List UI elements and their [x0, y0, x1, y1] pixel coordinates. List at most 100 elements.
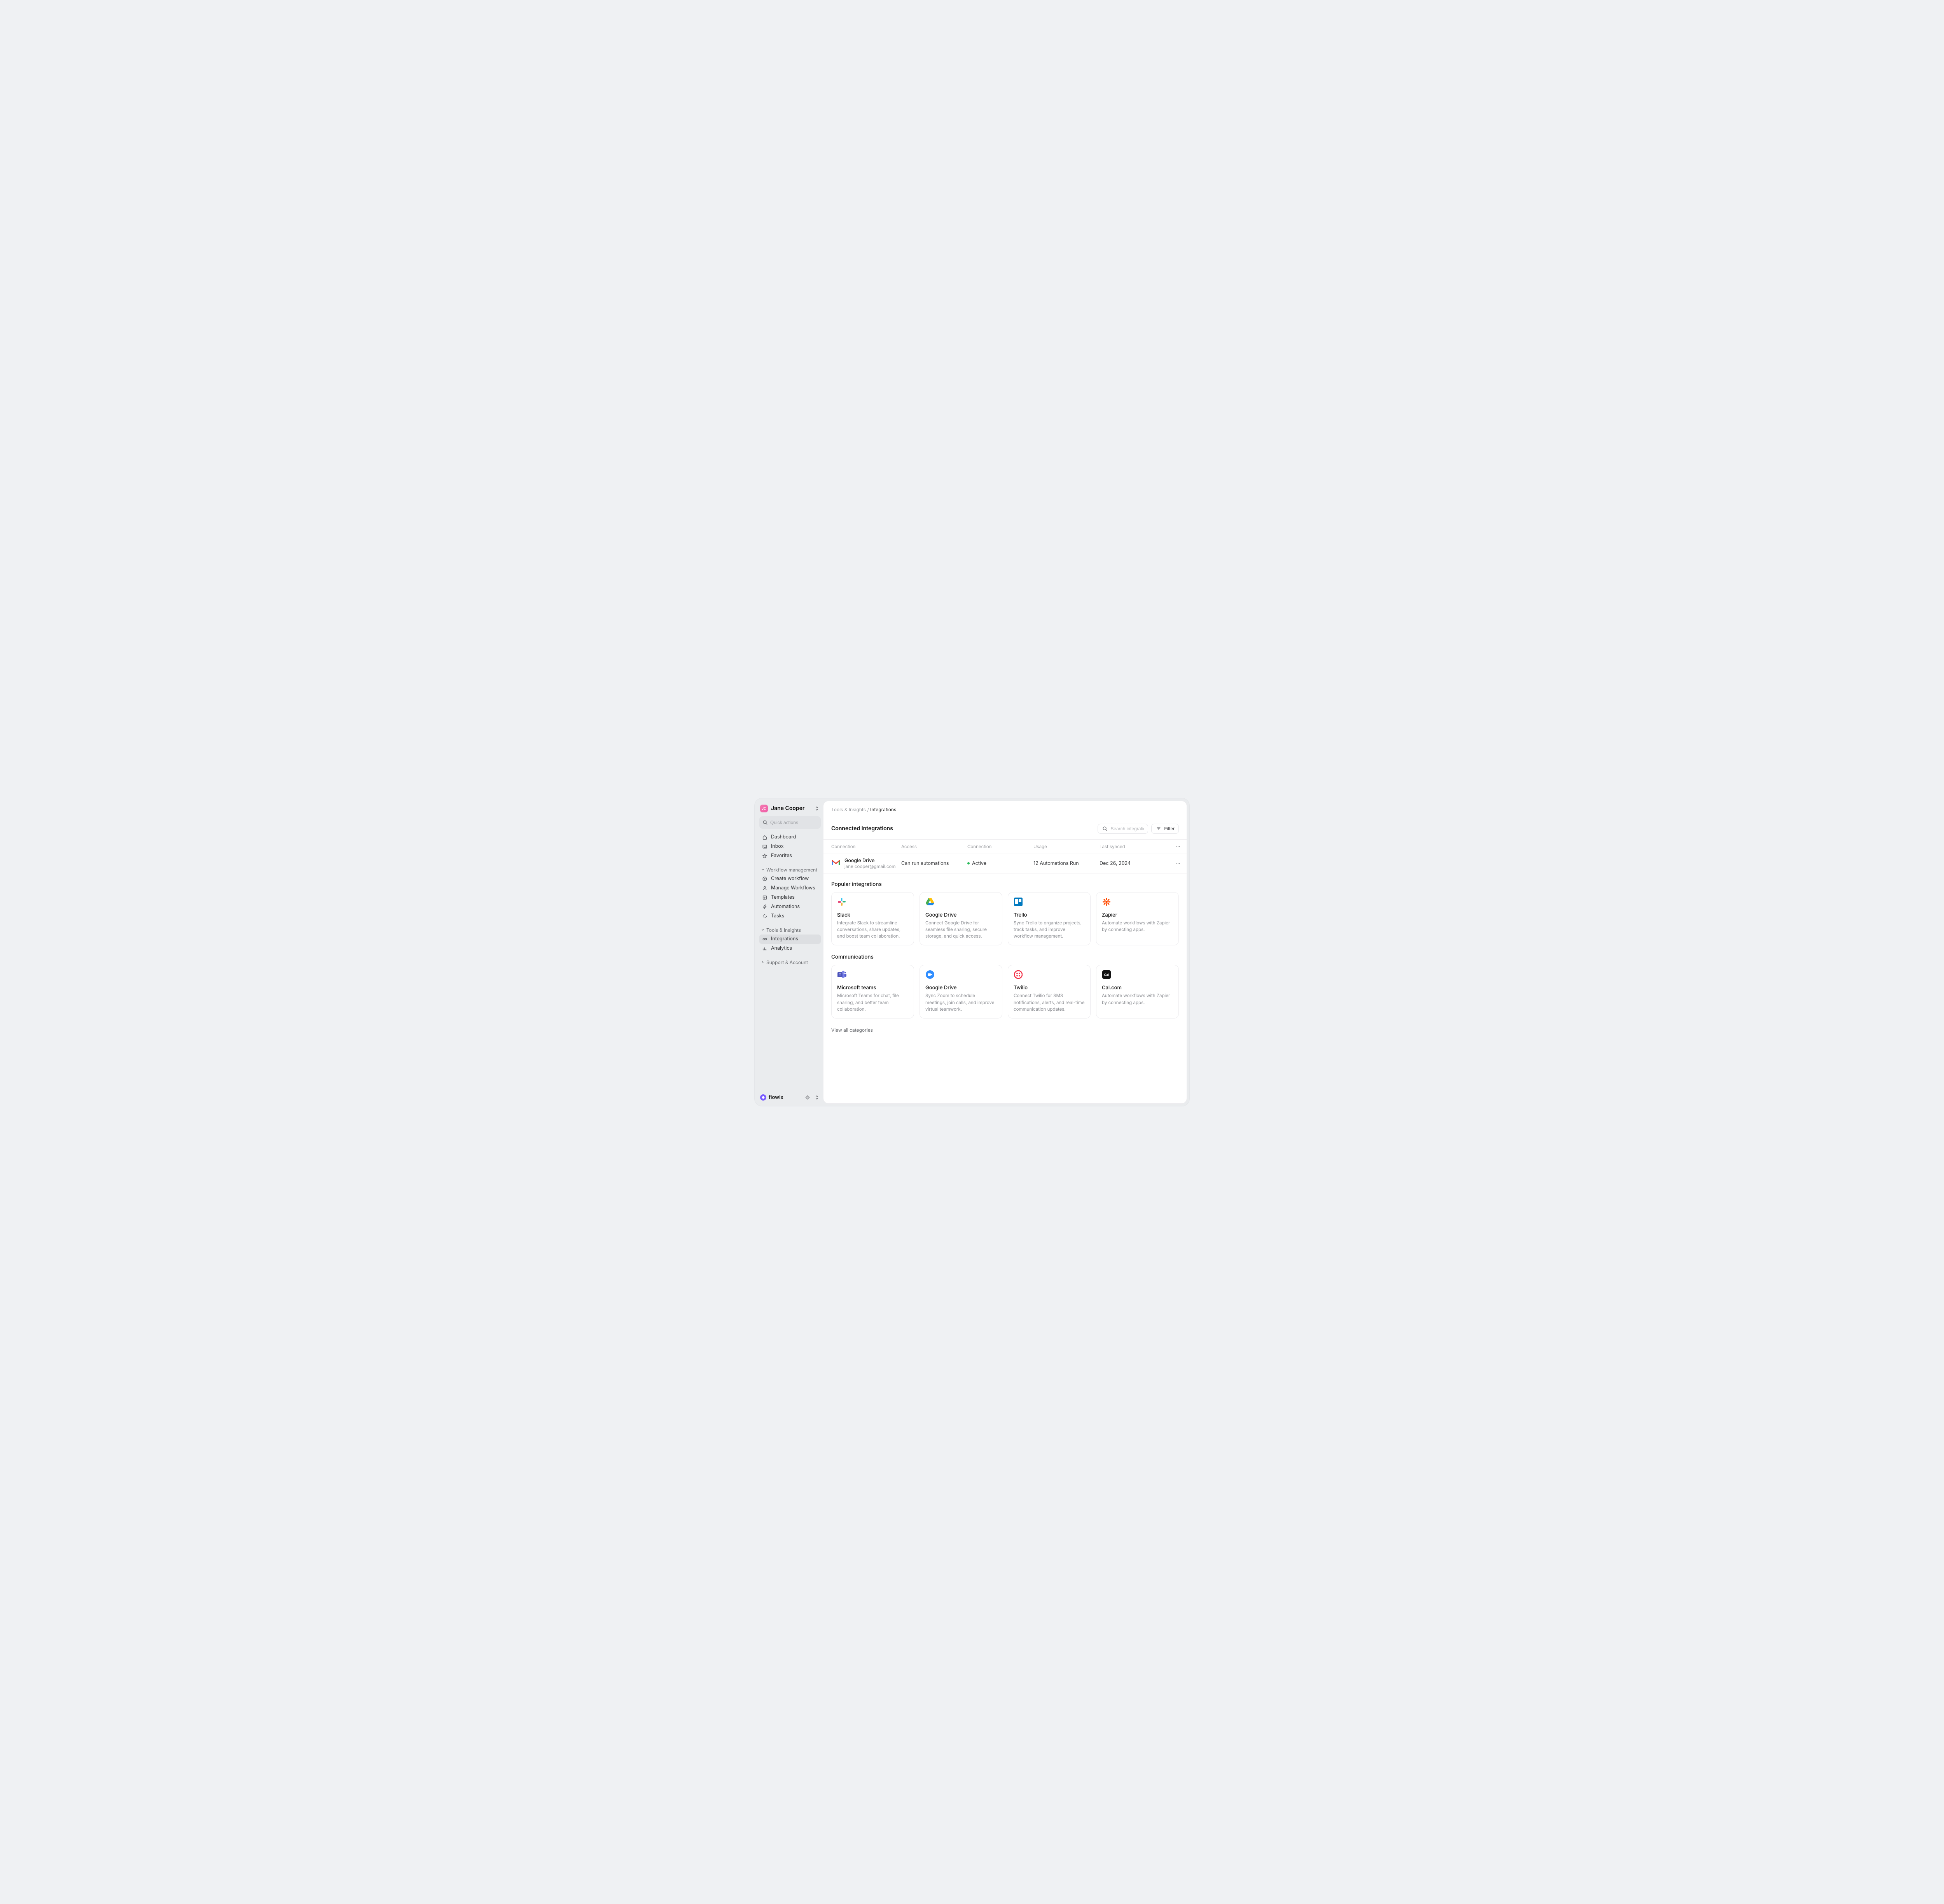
- sidebar: JC Jane Cooper ⌘ K Dashboard Inbox: [757, 801, 823, 1104]
- nav-automations[interactable]: Automations: [759, 902, 821, 912]
- tasks-icon: [762, 913, 768, 919]
- cell-usage: 12 Automations Run: [1033, 861, 1100, 866]
- popular-grid: Slack Integrate Slack to streamline conv…: [831, 892, 1179, 946]
- nav-integrations[interactable]: Integrations: [759, 934, 821, 944]
- nav-label: Favorites: [771, 853, 792, 859]
- connection-sub: jane cooper@gmail.com: [844, 864, 896, 869]
- quick-actions[interactable]: ⌘ K: [759, 816, 821, 829]
- nav-inbox[interactable]: Inbox: [759, 842, 821, 851]
- connections-table: Connection Access Connection Usage Last …: [823, 839, 1187, 873]
- communications-title: Communications: [831, 954, 1179, 960]
- nav-templates[interactable]: Templates: [759, 893, 821, 902]
- integrations-icon: [762, 936, 768, 942]
- zapier-icon: [1102, 897, 1111, 906]
- card-slack[interactable]: Slack Integrate Slack to streamline conv…: [831, 892, 914, 946]
- analytics-icon: [762, 945, 768, 952]
- app-frame: JC Jane Cooper ⌘ K Dashboard Inbox: [754, 798, 1190, 1106]
- caret-right-icon: [761, 960, 765, 964]
- trello-icon: [1014, 897, 1023, 906]
- header-more[interactable]: [1166, 844, 1181, 850]
- breadcrumb: Tools & Insights / Integrations: [823, 801, 1187, 818]
- ms-teams-icon: T: [837, 970, 846, 979]
- card-title: Zapier: [1102, 912, 1173, 918]
- nav-label: Analytics: [771, 945, 792, 951]
- cell-last-synced: Dec 26, 2024: [1100, 861, 1166, 866]
- card-desc: Sync Zoom to schedule meetings, join cal…: [925, 992, 996, 1013]
- ellipsis-icon: [1175, 860, 1181, 866]
- card-twilio[interactable]: Twilio Connect Twilio for SMS notificati…: [1008, 965, 1091, 1018]
- card-desc: Connect Google Drive for seamless file s…: [925, 920, 996, 940]
- card-title: Microsoft teams: [837, 985, 908, 991]
- status-text: Active: [972, 861, 986, 866]
- nav-analytics[interactable]: Analytics: [759, 944, 821, 953]
- nav-label: Templates: [771, 894, 795, 900]
- communications-grid: T Microsoft teams Microsoft Teams for ch…: [831, 965, 1179, 1018]
- search-integrations[interactable]: [1098, 824, 1148, 834]
- breadcrumb-parent[interactable]: Tools & Insights: [831, 807, 866, 812]
- brand-name: flowix: [769, 1094, 783, 1101]
- breadcrumb-current: Integrations: [870, 807, 896, 812]
- inbox-icon: [762, 844, 768, 850]
- nav-tasks[interactable]: Tasks: [759, 912, 821, 921]
- nav-primary: Dashboard Inbox Favorites: [759, 833, 822, 861]
- card-zoom[interactable]: Google Drive Sync Zoom to schedule meeti…: [920, 965, 1002, 1018]
- nav-label: Manage Workflows: [771, 885, 815, 891]
- gmail-icon: [831, 859, 841, 868]
- filter-icon: [1156, 826, 1162, 832]
- caret-down-icon: [761, 928, 765, 932]
- main-content: Tools & Insights / Integrations Connecte…: [823, 801, 1187, 1104]
- workspace-switcher[interactable]: JC Jane Cooper: [759, 804, 822, 816]
- gear-icon[interactable]: [804, 1094, 811, 1101]
- nav-create-workflow[interactable]: Create workflow: [759, 874, 821, 884]
- nav-label: Create workflow: [771, 876, 809, 882]
- user-icon: [762, 885, 768, 891]
- card-desc: Automate workflows with Zapier by connec…: [1102, 992, 1173, 1006]
- connection-name: Google Drive: [844, 858, 896, 864]
- nav-group-support[interactable]: Support & Account: [759, 958, 822, 967]
- table-header: Connection Access Connection Usage Last …: [823, 840, 1187, 854]
- card-teams[interactable]: T Microsoft teams Microsoft Teams for ch…: [831, 965, 914, 1018]
- card-desc: Connect Twilio for SMS notifications, al…: [1014, 992, 1085, 1013]
- star-icon: [762, 853, 768, 859]
- card-title: Slack: [837, 912, 908, 918]
- card-desc: Sync Trello to organize projects, track …: [1014, 920, 1085, 940]
- nav-manage-workflows[interactable]: Manage Workflows: [759, 884, 821, 893]
- nav-favorites[interactable]: Favorites: [759, 851, 821, 861]
- nav-label: Tasks: [771, 913, 784, 919]
- view-all-categories[interactable]: View all categories: [831, 1027, 1179, 1033]
- cell-access: Can run automations: [901, 861, 967, 866]
- card-calcom[interactable]: Cal Cal.com Automate workflows with Zapi…: [1096, 965, 1179, 1018]
- table-row[interactable]: Google Drive jane cooper@gmail.com Can r…: [823, 854, 1187, 873]
- brand[interactable]: flowix: [760, 1094, 783, 1101]
- status-dot: [967, 862, 970, 864]
- popular-title: Popular integrations: [831, 881, 1179, 887]
- breadcrumb-sep: /: [867, 807, 870, 812]
- nav-label: Inbox: [771, 844, 783, 849]
- nav-group-workflow-items: Create workflow Manage Workflows Templat…: [759, 874, 822, 921]
- nav-dashboard[interactable]: Dashboard: [759, 833, 821, 842]
- card-title: Twilio: [1014, 985, 1085, 991]
- template-icon: [762, 894, 768, 901]
- col-status: Connection: [967, 844, 1033, 849]
- nav-group-tools[interactable]: Tools & Insights: [759, 926, 822, 934]
- chevron-up-down-icon[interactable]: [814, 1094, 820, 1101]
- card-title: Trello: [1014, 912, 1085, 918]
- slack-icon: [837, 897, 846, 906]
- nav-group-label: Workflow management: [766, 867, 817, 873]
- svg-text:Cal: Cal: [1104, 973, 1109, 977]
- plus-circle-icon: [762, 876, 768, 882]
- search-integrations-input[interactable]: [1110, 826, 1144, 831]
- card-google-drive[interactable]: Google Drive Connect Google Drive for se…: [920, 892, 1002, 946]
- filter-label: Filter: [1164, 826, 1175, 831]
- row-more[interactable]: [1166, 860, 1181, 866]
- card-desc: Integrate Slack to streamline conversati…: [837, 920, 908, 940]
- card-zapier[interactable]: Zapier Automate workflows with Zapier by…: [1096, 892, 1179, 946]
- chevron-up-down-icon: [814, 805, 820, 812]
- nav-label: Dashboard: [771, 834, 796, 840]
- filter-button[interactable]: Filter: [1151, 824, 1179, 834]
- quick-actions-input[interactable]: [770, 820, 830, 825]
- search-icon: [1102, 826, 1108, 832]
- nav-group-workflow[interactable]: Workflow management: [759, 865, 822, 874]
- card-trello[interactable]: Trello Sync Trello to organize projects,…: [1008, 892, 1091, 946]
- card-title: Google Drive: [925, 912, 996, 918]
